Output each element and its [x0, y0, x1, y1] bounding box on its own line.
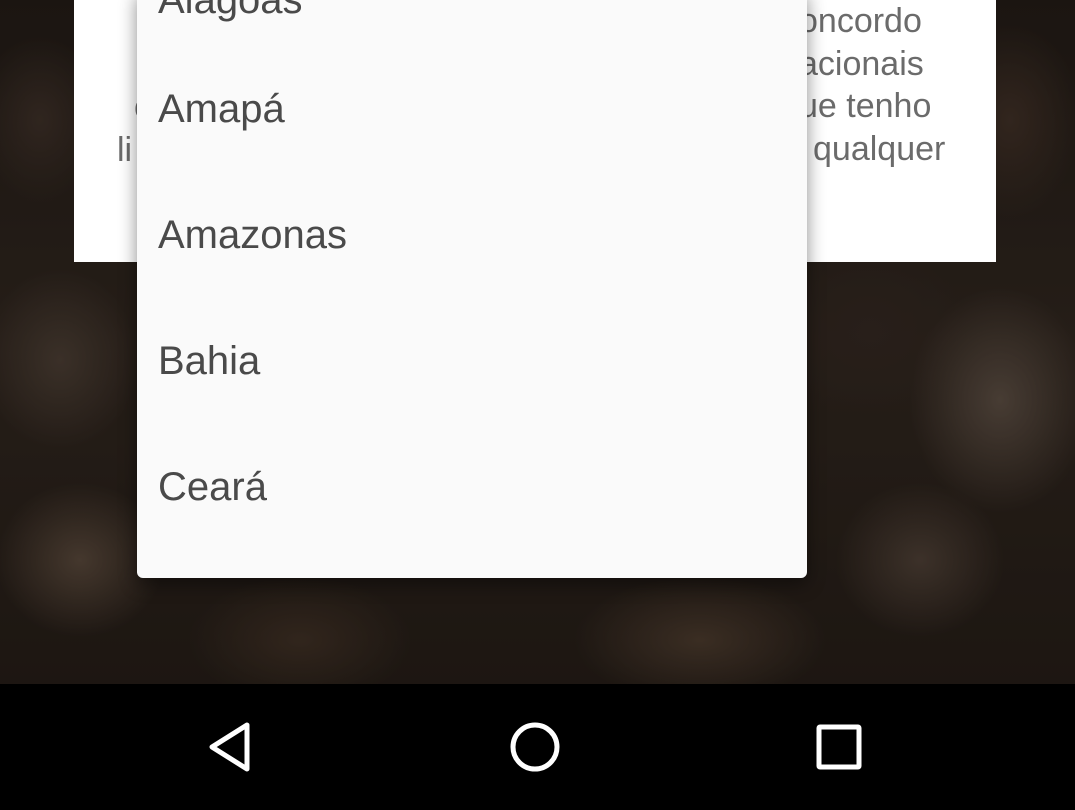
dropdown-option-amapa[interactable]: Amapá — [137, 46, 807, 172]
dropdown-option-amazonas[interactable]: Amazonas — [137, 172, 807, 298]
option-label: Ceará — [158, 464, 267, 509]
android-navigation-bar — [0, 684, 1075, 810]
card-right-line: ue tenho — [799, 87, 932, 125]
back-button[interactable] — [172, 684, 292, 810]
card-text-right: oncordo acionais ue tenho qualquer — [799, 0, 945, 170]
state-dropdown-list[interactable]: Alagoas Amapá Amazonas Bahia Ceará — [137, 0, 807, 578]
back-triangle-icon — [209, 722, 250, 772]
card-right-line: acionais — [799, 44, 924, 83]
option-label: Amapá — [158, 86, 285, 131]
home-button[interactable] — [475, 684, 595, 810]
recents-button[interactable] — [779, 684, 899, 810]
card-right-line: qualquer — [813, 129, 946, 168]
option-label: Bahia — [158, 338, 261, 383]
card-right-line: oncordo — [799, 2, 922, 40]
home-circle-icon — [510, 722, 560, 772]
dropdown-option-bahia[interactable]: Bahia — [137, 298, 807, 424]
recents-square-icon — [816, 724, 862, 770]
option-label: Alagoas — [158, 0, 303, 23]
dropdown-option-ceara[interactable]: Ceará — [137, 424, 807, 550]
option-label: Amazonas — [158, 212, 347, 257]
